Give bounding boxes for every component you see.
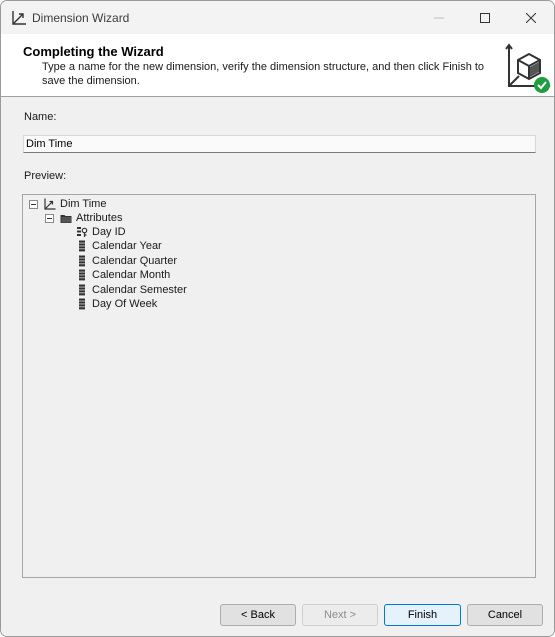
page-description: Type a name for the new dimension, verif… xyxy=(42,61,485,87)
collapse-icon[interactable] xyxy=(29,199,38,209)
tree-node-dim-time[interactable]: Dim Time xyxy=(29,197,106,211)
tree-item-day-id[interactable]: Day ID xyxy=(76,225,126,239)
attribute-icon xyxy=(76,269,88,281)
tree-item-calendar-month[interactable]: Calendar Month xyxy=(76,268,170,282)
attribute-icon xyxy=(76,284,88,296)
tree-item-calendar-year[interactable]: Calendar Year xyxy=(76,239,162,253)
name-field[interactable] xyxy=(23,135,536,153)
title-bar[interactable]: Dimension Wizard xyxy=(1,1,554,34)
tree-item-label: Day Of Week xyxy=(92,298,158,310)
preview-label: Preview: xyxy=(24,170,67,182)
attribute-icon xyxy=(76,240,88,252)
window-title: Dimension Wizard xyxy=(32,11,130,25)
folder-icon xyxy=(60,212,72,224)
tree-item-day-of-week[interactable]: Day Of Week xyxy=(76,297,157,311)
close-button[interactable] xyxy=(508,1,554,34)
page-title: Completing the Wizard xyxy=(23,44,164,59)
close-icon xyxy=(526,12,536,23)
tree-item-calendar-quarter[interactable]: Calendar Quarter xyxy=(76,254,177,268)
dimension-icon xyxy=(11,10,27,26)
collapse-icon[interactable] xyxy=(45,213,54,223)
wizard-header: Completing the Wizard Type a name for th… xyxy=(1,34,554,97)
dimension-wizard-window: Dimension Wizard Completing the Wizard T… xyxy=(0,0,555,637)
tree-item-label: Calendar Quarter xyxy=(92,255,177,267)
cube-check-icon xyxy=(502,42,552,94)
attribute-icon xyxy=(76,298,88,310)
tree-node-attributes[interactable]: Attributes xyxy=(45,211,122,225)
minimize-icon xyxy=(434,17,444,18)
name-label: Name: xyxy=(24,111,57,123)
tree-node-label: Attributes xyxy=(76,212,123,224)
tree-item-calendar-semester[interactable]: Calendar Semester xyxy=(76,283,187,297)
tree-item-label: Calendar Year xyxy=(92,240,162,252)
minimize-button[interactable] xyxy=(416,1,462,34)
key-attribute-icon xyxy=(76,226,88,238)
tree-item-label: Day ID xyxy=(92,226,126,238)
cancel-button[interactable]: Cancel xyxy=(467,604,543,626)
next-button: Next > xyxy=(302,604,378,626)
tree-node-label: Dim Time xyxy=(60,198,107,210)
preview-tree[interactable]: Dim Time Attributes Day ID Calendar Year… xyxy=(22,194,536,578)
attribute-icon xyxy=(76,255,88,267)
tree-item-label: Calendar Month xyxy=(92,269,171,281)
tree-item-label: Calendar Semester xyxy=(92,284,187,296)
finish-button[interactable]: Finish xyxy=(384,604,461,626)
back-button[interactable]: < Back xyxy=(220,604,296,626)
dimension-icon xyxy=(44,198,56,210)
maximize-button[interactable] xyxy=(462,1,508,34)
maximize-icon xyxy=(480,12,490,23)
